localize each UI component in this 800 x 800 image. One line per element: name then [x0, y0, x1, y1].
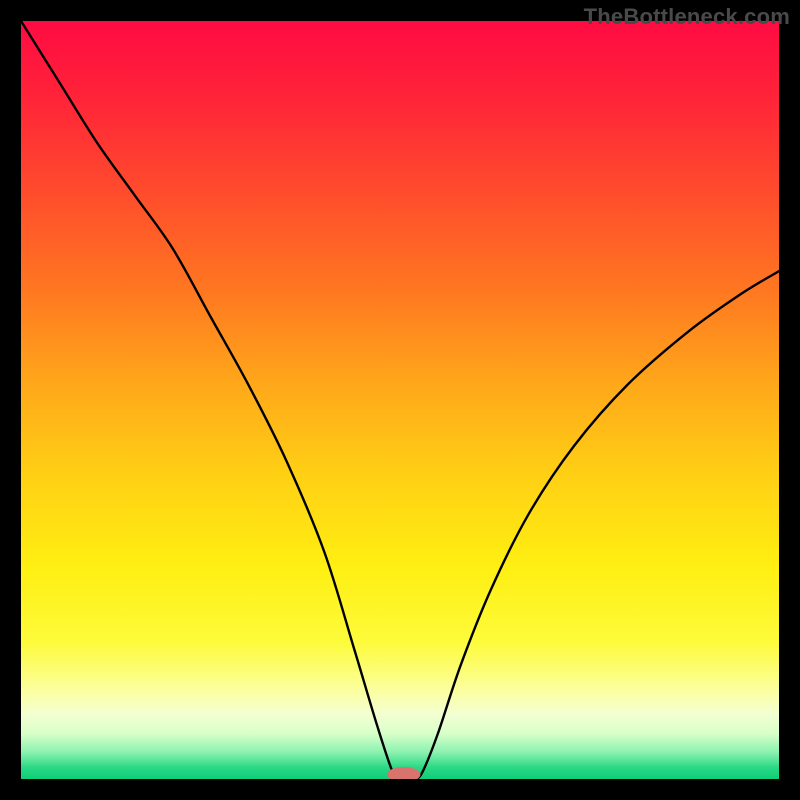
plot-area	[21, 21, 779, 779]
bottleneck-chart	[21, 21, 779, 779]
watermark-text: TheBottleneck.com	[584, 4, 790, 30]
gradient-background	[21, 21, 779, 779]
chart-frame: TheBottleneck.com	[0, 0, 800, 800]
